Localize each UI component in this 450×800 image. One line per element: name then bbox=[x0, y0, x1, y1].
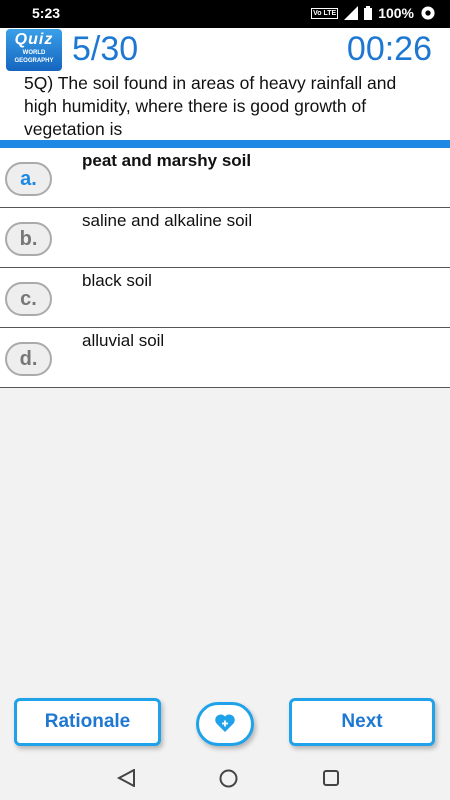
answer-options: a. peat and marshy soil b. saline and al… bbox=[0, 148, 450, 388]
battery-icon bbox=[364, 6, 373, 20]
option-text: black soil bbox=[82, 271, 152, 290]
option-letter-badge: d. bbox=[5, 342, 52, 376]
rationale-button[interactable]: Rationale bbox=[14, 698, 161, 746]
volte-indicator: Vo LTE bbox=[311, 7, 339, 19]
option-c[interactable]: c. black soil bbox=[0, 268, 450, 328]
system-nav-bar bbox=[0, 758, 450, 800]
option-b[interactable]: b. saline and alkaline soil bbox=[0, 208, 450, 268]
option-letter-badge: a. bbox=[5, 162, 52, 196]
option-a[interactable]: a. peat and marshy soil bbox=[0, 148, 450, 208]
favorite-button[interactable] bbox=[196, 702, 254, 746]
countdown-timer: 00:26 bbox=[346, 30, 432, 68]
question-counter: 5/30 bbox=[72, 30, 139, 68]
logo-subtitle: WORLD GEOGRAPHY bbox=[14, 50, 54, 64]
option-letter-badge: b. bbox=[5, 222, 52, 256]
status-bar: 5:23 Vo LTE 100% bbox=[0, 0, 450, 28]
heart-plus-icon bbox=[215, 714, 235, 732]
battery-percent: 100% bbox=[378, 5, 414, 21]
option-text: peat and marshy soil bbox=[82, 151, 252, 170]
question-text: 5Q) The soil found in areas of heavy rai… bbox=[0, 72, 450, 140]
option-letter-badge: c. bbox=[5, 282, 52, 316]
wifi-icon bbox=[421, 6, 435, 20]
recents-icon[interactable] bbox=[322, 769, 340, 787]
header: Quiz WORLD GEOGRAPHY 5/30 00:26 bbox=[0, 28, 450, 72]
option-d[interactable]: d. alluvial soil bbox=[0, 328, 450, 388]
next-button[interactable]: Next bbox=[289, 698, 435, 746]
home-icon[interactable] bbox=[219, 769, 238, 788]
question-divider bbox=[0, 140, 450, 148]
status-icons: Vo LTE 100% bbox=[311, 5, 436, 21]
option-text: saline and alkaline soil bbox=[82, 211, 253, 230]
signal-icon bbox=[344, 6, 359, 20]
back-icon[interactable] bbox=[116, 769, 136, 787]
logo-title: Quiz bbox=[14, 31, 54, 48]
app-logo: Quiz WORLD GEOGRAPHY bbox=[6, 29, 62, 71]
option-text: alluvial soil bbox=[82, 331, 165, 350]
status-time: 5:23 bbox=[32, 5, 61, 21]
